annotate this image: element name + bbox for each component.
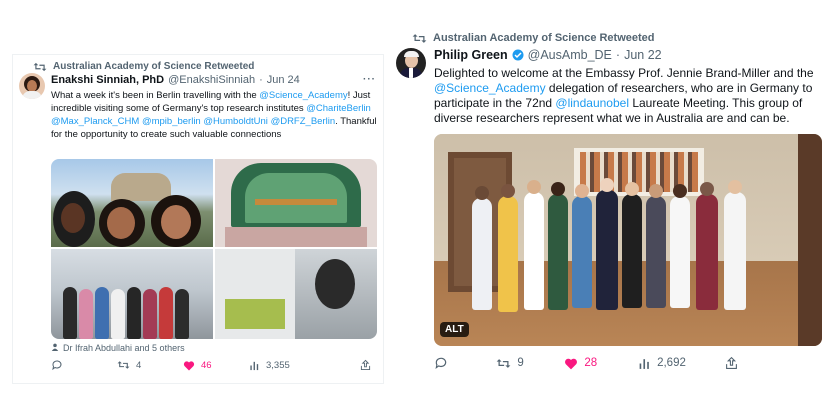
tagged-people[interactable]: Dr Ifrah Abdullahi and 5 others [51,343,185,353]
photo-group[interactable] [51,249,213,339]
retweet-count: 4 [136,359,142,371]
alt-text-badge[interactable]: ALT [440,322,469,337]
reply-icon [51,359,63,371]
views-icon [249,360,260,371]
author-avatar[interactable] [19,73,45,99]
tweet-actions: 9 28 2,692 [434,356,826,370]
separator-dot: · [259,74,263,86]
retweet-count: 9 [517,357,524,369]
like-count: 46 [201,359,212,371]
share-button[interactable] [725,356,744,370]
photo-grid[interactable] [51,159,377,339]
views-count: 2,692 [657,357,686,369]
author-name[interactable]: Enakshi Sinniah, PhD [51,74,164,86]
separator-dot: · [615,48,621,62]
tweet-date[interactable]: Jun 22 [624,48,662,62]
like-button[interactable]: 28 [564,357,638,370]
reply-button[interactable] [51,359,117,371]
photo-atrium[interactable] [215,249,377,339]
retweet-icon [496,358,511,369]
retweet-button[interactable]: 4 [117,360,183,371]
author-handle[interactable]: @AusAmb_DE [528,48,612,62]
share-icon [360,359,371,371]
retweet-context: Australian Academy of Science Retweeted [412,32,655,44]
retweet-icon [117,360,130,370]
mention-link[interactable]: @Science_Academy [259,90,347,101]
tweet-text: Delighted to welcome at the Embassy Prof… [434,66,830,126]
mention-link[interactable]: @Max_Planck_CHM [51,116,139,127]
views-button[interactable]: 3,355 [249,360,329,371]
embassy-group-photo[interactable]: ALT [434,134,822,346]
tweet-text-run: What a week it's been in Berlin travelli… [51,90,260,101]
retweet-label: Australian Academy of Science Retweeted [53,61,255,72]
author-avatar[interactable] [396,48,426,78]
like-button[interactable]: 46 [183,360,249,371]
tweet-text: What a week it's been in Berlin travelli… [51,89,379,141]
tagged-label: Dr Ifrah Abdullahi and 5 others [63,343,185,353]
retweet-button[interactable]: 9 [496,357,564,369]
like-icon [183,360,195,371]
tweet-date[interactable]: Jun 24 [267,74,300,86]
retweet-label: Australian Academy of Science Retweeted [433,32,655,44]
tweet-card-enakshi[interactable]: Australian Academy of Science Retweeted … [12,54,384,384]
tweet-card-philip[interactable]: Australian Academy of Science Retweeted … [388,28,832,388]
reply-button[interactable] [434,356,496,370]
more-icon[interactable]: ··· [363,74,376,85]
mention-link[interactable]: @DRFZ_Berlin [271,116,336,127]
like-icon [564,357,578,370]
tweet-header: Philip Green @AusAmb_DE · Jun 22 [434,48,662,62]
share-button[interactable] [360,359,377,371]
tweet-actions: 4 46 3,355 [51,359,377,371]
author-handle[interactable]: @EnakshiSinniah [168,74,255,86]
views-button[interactable]: 2,692 [638,357,725,370]
mention-link[interactable]: @HumboldtUni [203,116,268,127]
retweet-icon [412,33,427,44]
mention-link[interactable]: @mpib_berlin [142,116,201,127]
share-icon [725,356,738,370]
photo-selfie[interactable] [51,159,213,247]
author-name[interactable]: Philip Green [434,48,508,62]
verified-badge-icon [512,49,524,61]
mention-link[interactable]: @ChariteBerlin [306,103,371,114]
reply-icon [434,356,448,370]
mention-link[interactable]: @Science_Academy [434,81,546,95]
retweet-icon [33,62,47,72]
mention-link[interactable]: @lindaunobel [555,96,629,110]
views-count: 3,355 [266,359,290,371]
photo-exhibit[interactable] [215,159,377,247]
like-count: 28 [584,357,598,369]
retweet-context: Australian Academy of Science Retweeted [33,61,254,72]
tweet-header: Enakshi Sinniah, PhD @EnakshiSinniah · J… [51,74,300,86]
tagged-person-icon [51,343,59,353]
tweet-text-run: Delighted to welcome at the Embassy Prof… [434,66,814,80]
views-icon [638,357,651,370]
